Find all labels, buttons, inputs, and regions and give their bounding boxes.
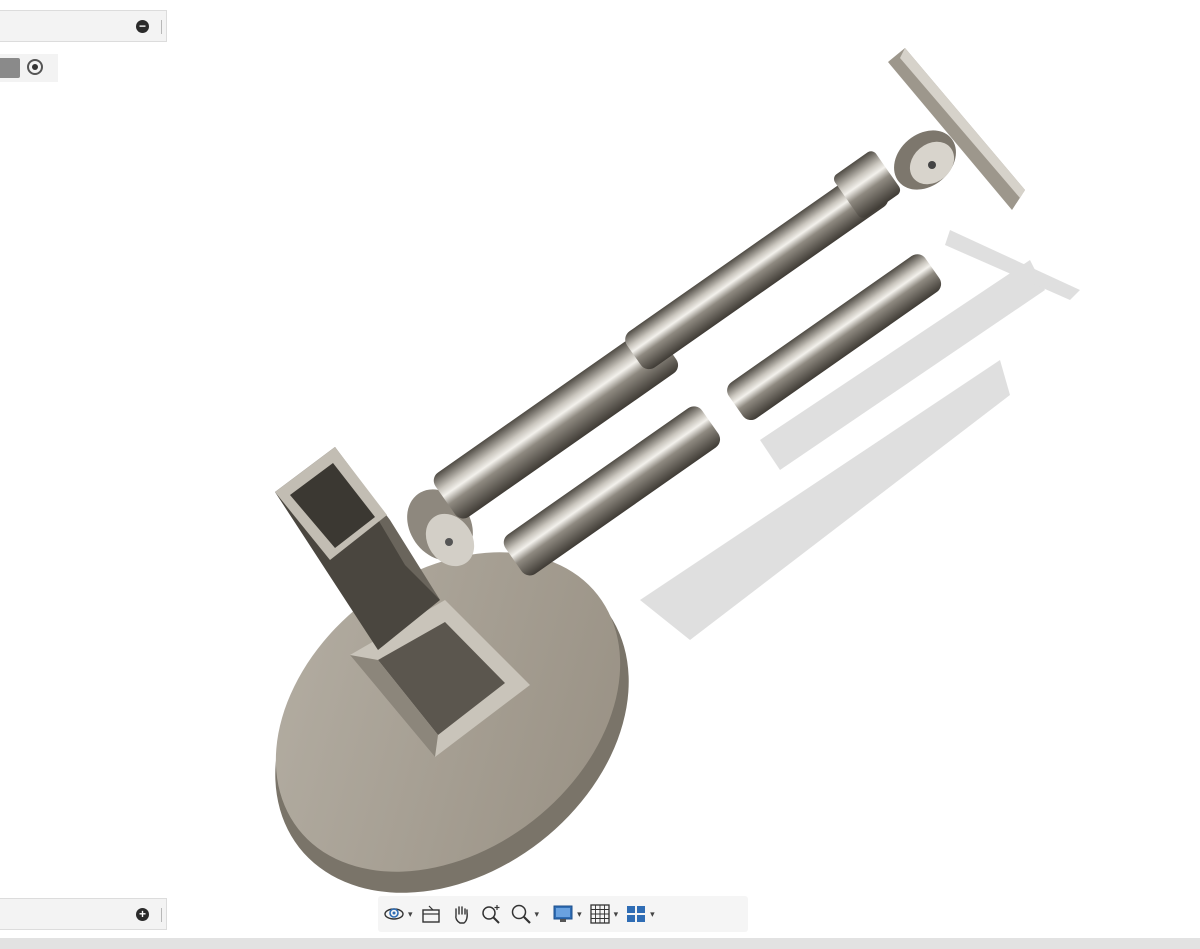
chevron-down-icon[interactable]: ▾ — [650, 909, 655, 920]
canvas-viewport[interactable] — [0, 0, 1200, 949]
chevron-down-icon[interactable]: ▾ — [408, 909, 413, 920]
chevron-down-icon[interactable]: ▾ — [577, 909, 582, 920]
viewports-icon — [627, 906, 646, 922]
grid-snaps-tool[interactable]: ▾ — [588, 899, 619, 929]
browser-panel-header[interactable]: − — [0, 10, 167, 42]
visibility-row — [0, 54, 58, 82]
expand-panel-button[interactable]: + — [136, 908, 149, 921]
display-settings-tool[interactable]: ▾ — [551, 899, 582, 929]
look-at-icon — [421, 905, 440, 923]
comments-panel-header[interactable]: + — [0, 898, 167, 930]
fit-magnifier-icon — [511, 904, 531, 924]
pan-hand-icon — [454, 906, 468, 924]
collapse-panel-button[interactable]: − — [136, 20, 149, 33]
panel-grip[interactable] — [161, 20, 162, 34]
status-strip — [0, 938, 1200, 949]
zoom-tool[interactable] — [479, 899, 503, 929]
monitor-icon — [553, 905, 573, 922]
navigation-toolbar: ▾ ▾ ▾ ▾ ▾ — [378, 896, 748, 932]
look-at-tool[interactable] — [419, 899, 443, 929]
pan-tool[interactable] — [449, 899, 473, 929]
radio-selected-icon[interactable] — [27, 59, 43, 75]
chevron-down-icon[interactable]: ▾ — [614, 909, 619, 920]
zoom-icon — [481, 905, 500, 924]
grid-icon — [589, 904, 610, 924]
color-swatch-icon[interactable] — [0, 58, 20, 78]
orbit-tool[interactable]: ▾ — [382, 899, 413, 929]
chevron-down-icon[interactable]: ▾ — [535, 909, 540, 920]
panel-grip[interactable] — [161, 908, 162, 922]
orbit-icon — [384, 908, 404, 920]
fit-tool[interactable]: ▾ — [509, 899, 540, 929]
viewports-tool[interactable]: ▾ — [624, 899, 655, 929]
